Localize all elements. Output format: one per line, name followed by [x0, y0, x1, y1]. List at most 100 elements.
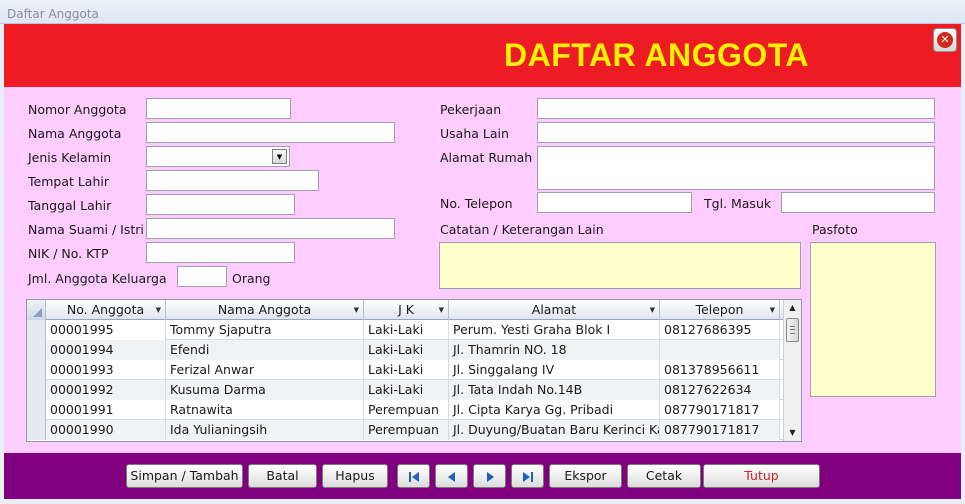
cell-nama-anggota[interactable]: Ratnawita	[166, 400, 364, 420]
ekspor-button[interactable]: Ekspor	[549, 464, 622, 488]
cell-jk[interactable]: Laki-Laki	[364, 360, 449, 380]
action-bar: Simpan / Tambah Batal Hapus Ekspor Cetak…	[4, 453, 961, 499]
nik-ktp-input[interactable]	[146, 242, 295, 263]
alamat-rumah-input[interactable]	[537, 146, 935, 190]
row-selector[interactable]	[27, 380, 46, 400]
scroll-up-icon[interactable]: ▲	[786, 301, 799, 315]
pasfoto-frame	[810, 242, 936, 397]
tgl-masuk-input[interactable]	[781, 192, 935, 213]
cell-jk[interactable]: Perempuan	[364, 420, 449, 440]
table-row[interactable]: 00001994 Efendi Laki-Laki Jl. Thamrin NO…	[27, 340, 784, 360]
tutup-button[interactable]: Tutup	[703, 464, 820, 488]
cell-no-anggota[interactable]: 00001991	[46, 400, 166, 420]
column-header-jk[interactable]: J K ▼	[364, 300, 449, 320]
column-header-no-anggota[interactable]: No. Anggota ▼	[46, 300, 166, 320]
cell-nama-anggota[interactable]: Efendi	[166, 340, 364, 360]
cell-jk[interactable]: Laki-Laki	[364, 320, 449, 340]
column-header-telepon[interactable]: Telepon ▼	[660, 300, 780, 320]
usaha-lain-input[interactable]	[537, 122, 935, 143]
scroll-thumb[interactable]	[786, 318, 799, 342]
table-row[interactable]: 00001990 Ida Yulianingsih Perempuan Jl. …	[27, 420, 784, 440]
close-button[interactable]: ✕	[933, 28, 957, 52]
cell-alamat[interactable]: Jl. Singgalang IV	[449, 360, 660, 380]
column-header-alamat[interactable]: Alamat ▼	[449, 300, 660, 320]
cell-no-anggota[interactable]: 00001993	[46, 360, 166, 380]
label-nik-ktp: NIK / No. KTP	[28, 246, 109, 261]
pekerjaan-input[interactable]	[537, 98, 935, 119]
nomor-anggota-input[interactable]	[146, 98, 291, 119]
no-telepon-input[interactable]	[537, 192, 692, 213]
column-header-label: No. Anggota	[66, 302, 145, 317]
datasheet-vertical-scrollbar[interactable]: ▲ ▼	[783, 300, 801, 441]
label-pekerjaan: Pekerjaan	[440, 102, 502, 117]
sort-dropdown-icon[interactable]: ▼	[650, 301, 655, 320]
column-header-label: Nama Anggota	[217, 302, 312, 317]
row-selector[interactable]	[27, 400, 46, 420]
previous-record-button[interactable]	[435, 464, 468, 488]
label-nomor-anggota: Nomor Anggota	[28, 102, 127, 117]
cetak-button[interactable]: Cetak	[627, 464, 701, 488]
tanggal-lahir-input[interactable]	[146, 194, 295, 215]
close-icon: ✕	[937, 32, 953, 48]
row-selector[interactable]	[27, 320, 46, 340]
select-all-corner[interactable]	[27, 300, 46, 320]
nama-suami-istri-input[interactable]	[146, 218, 395, 239]
cell-telepon[interactable]: 081378956611	[660, 360, 780, 380]
batal-button[interactable]: Batal	[248, 464, 317, 488]
cell-nama-anggota[interactable]: Kusuma Darma	[166, 380, 364, 400]
cell-telepon[interactable]: 08127622634	[660, 380, 780, 400]
cell-alamat[interactable]: Jl. Duyung/Buatan Baru Kerinci Ka	[449, 420, 660, 440]
cell-alamat[interactable]: Jl. Thamrin NO. 18	[449, 340, 660, 360]
sort-dropdown-icon[interactable]: ▼	[156, 301, 161, 320]
last-record-button[interactable]	[511, 464, 544, 488]
tempat-lahir-input[interactable]	[146, 170, 319, 191]
table-row[interactable]: 00001991 Ratnawita Perempuan Jl. Cipta K…	[27, 400, 784, 420]
table-row[interactable]: 00001993 Ferizal Anwar Laki-Laki Jl. Sin…	[27, 360, 784, 380]
cell-jk[interactable]: Perempuan	[364, 400, 449, 420]
scroll-down-icon[interactable]: ▼	[786, 426, 799, 440]
simpan-tambah-button[interactable]: Simpan / Tambah	[126, 464, 243, 488]
column-header-nama-anggota[interactable]: Nama Anggota ▼	[166, 300, 364, 320]
cell-alamat[interactable]: Jl. Cipta Karya Gg. Pribadi	[449, 400, 660, 420]
cell-nama-anggota[interactable]: Tommy Sjaputra	[166, 320, 364, 340]
row-selector[interactable]	[27, 420, 46, 440]
table-row[interactable]: 00001992 Kusuma Darma Laki-Laki Jl. Tata…	[27, 380, 784, 400]
cell-no-anggota[interactable]: 00001990	[46, 420, 166, 440]
sort-dropdown-icon[interactable]: ▼	[439, 301, 444, 320]
jml-anggota-keluarga-input[interactable]	[177, 266, 227, 287]
label-catatan: Catatan / Keterangan Lain	[440, 222, 604, 237]
form-heading: DAFTAR ANGGOTA	[504, 37, 810, 73]
jenis-kelamin-select[interactable]: ▼	[146, 146, 290, 167]
cell-jk[interactable]: Laki-Laki	[364, 340, 449, 360]
cell-no-anggota[interactable]: 00001992	[46, 380, 166, 400]
label-jenis-kelamin: Jenis Kelamin	[28, 150, 112, 165]
table-row[interactable]: 00001995 Tommy Sjaputra Laki-Laki Perum.…	[27, 320, 784, 340]
cell-telepon[interactable]: 087790171817	[660, 420, 780, 440]
cell-jk[interactable]: Laki-Laki	[364, 380, 449, 400]
first-record-button[interactable]	[397, 464, 430, 488]
chevron-down-icon[interactable]: ▼	[272, 149, 287, 164]
member-datasheet[interactable]: No. Anggota ▼ Nama Anggota ▼ J K ▼ Alamat ▼ …	[26, 299, 802, 442]
cell-no-anggota[interactable]: 00001995	[46, 320, 166, 340]
cell-no-anggota[interactable]: 00001994	[46, 340, 166, 360]
cell-alamat[interactable]: Jl. Tata Indah No.14B	[449, 380, 660, 400]
next-record-button[interactable]	[473, 464, 506, 488]
cell-telepon[interactable]: 08127686395	[660, 320, 780, 340]
label-alamat-rumah: Alamat Rumah	[440, 150, 533, 165]
form-body: Nomor Anggota Nama Anggota Jenis Kelamin…	[4, 87, 961, 453]
cell-nama-anggota[interactable]: Ida Yulianingsih	[166, 420, 364, 440]
cell-telepon[interactable]: 087790171817	[660, 400, 780, 420]
row-selector[interactable]	[27, 360, 46, 380]
sort-dropdown-icon[interactable]: ▼	[354, 301, 359, 320]
hapus-button[interactable]: Hapus	[322, 464, 388, 488]
cell-telepon[interactable]	[660, 340, 780, 360]
column-header-label: J K	[398, 302, 414, 317]
nama-anggota-input[interactable]	[146, 122, 395, 143]
label-nama-anggota: Nama Anggota	[28, 126, 122, 141]
sort-dropdown-icon[interactable]: ▼	[770, 301, 775, 320]
catatan-input[interactable]	[439, 242, 801, 289]
cell-alamat[interactable]: Perum. Yesti Graha Blok I	[449, 320, 660, 340]
cell-nama-anggota[interactable]: Ferizal Anwar	[166, 360, 364, 380]
row-selector[interactable]	[27, 340, 46, 360]
label-tempat-lahir: Tempat Lahir	[28, 174, 110, 189]
